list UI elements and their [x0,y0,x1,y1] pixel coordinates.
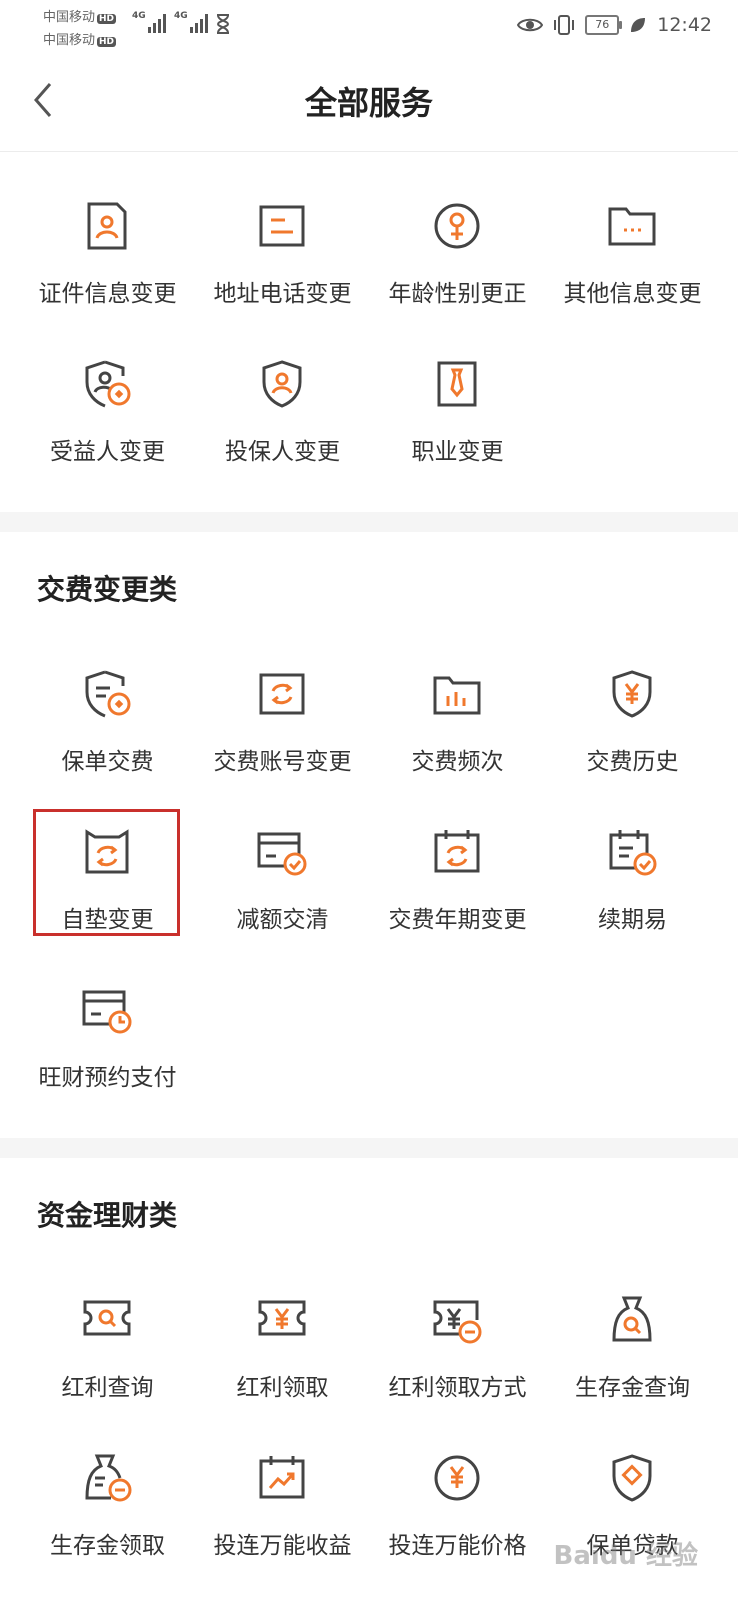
eye-icon [517,18,544,32]
service-item-term-change[interactable]: 交费年期变更 [370,826,545,984]
service-item-policy-payment[interactable]: 保单交费 [20,668,195,826]
service-item-investment-price[interactable]: 投连万能价格 [370,1452,545,1610]
personal-info-grid: 证件信息变更 地址电话变更 年龄性别更正 其他信息变更 受益人变更 投保人变更 … [20,200,720,516]
signal-2-icon: 4G [174,11,210,33]
service-item-policy-loan[interactable]: 保单贷款 [545,1452,720,1610]
service-item-dividend-claim[interactable]: 红利领取 [195,1294,370,1452]
section-divider [0,512,738,532]
renewal-check-icon [609,830,657,876]
clock: 12:42 [657,14,712,36]
ticket-yuan-minus-icon [433,1300,482,1344]
service-item-renewal[interactable]: 续期易 [545,826,720,984]
beneficiary-shield-icon [85,360,131,408]
service-item-age-gender[interactable]: 年龄性别更正 [370,200,545,358]
occupation-tie-icon [437,361,477,407]
service-item-beneficiary[interactable]: 受益人变更 [20,358,195,516]
yuan-shield-icon [612,670,652,718]
service-item-survival-claim[interactable]: 生存金领取 [20,1452,195,1610]
hourglass-icon [216,14,230,34]
service-item-other-info[interactable]: 其他信息变更 [545,200,720,358]
section-divider [0,1138,738,1158]
page-title: 全部服务 [304,84,433,122]
signal-1-icon: 4G [132,11,168,33]
service-item-investment-return[interactable]: 投连万能收益 [195,1452,370,1610]
nav-bar: 全部服务 [0,50,738,152]
account-switch-icon [259,673,305,715]
service-item-address-change[interactable]: 地址电话变更 [195,200,370,358]
service-item-reduced-paid-up[interactable]: 减额交清 [195,826,370,984]
service-item-account-change[interactable]: 交费账号变更 [195,668,370,826]
card-check-icon [257,832,307,876]
card-clock-icon [82,990,132,1034]
leaf-icon [631,18,646,32]
service-item-dividend-method[interactable]: 红利领取方式 [370,1294,545,1452]
yuan-circle-icon [434,1455,480,1501]
service-item-id-change[interactable]: 证件信息变更 [20,200,195,358]
carrier-1: 中国移动 HD [43,10,117,25]
moneybag-minus-icon [85,1454,132,1502]
service-item-occupation[interactable]: 职业变更 [370,358,545,516]
battery-indicator: 76 [585,15,623,35]
service-item-wangcai-payment[interactable]: 旺财预约支付 [20,984,195,1142]
status-bar: 中国移动 HD 中国移动 HD 4G 4G 76 12:42 [0,0,738,50]
address-card-icon [259,205,305,247]
service-item-payment-history[interactable]: 交费历史 [545,668,720,826]
loan-shield-icon [612,1454,652,1502]
frequency-chart-icon [433,676,481,715]
vibrate-icon [554,15,575,35]
calendar-trend-icon [259,1456,305,1499]
section-title-finance: 资金理财类 [37,1199,178,1232]
calendar-switch-icon [434,830,480,873]
section-title-payment: 交费变更类 [37,573,178,606]
ticket-search-icon [83,1300,131,1336]
service-item-survival-query[interactable]: 生存金查询 [545,1294,720,1452]
folder-icon [608,207,656,246]
service-item-frequency[interactable]: 交费频次 [370,668,545,826]
service-item-dividend-query[interactable]: 红利查询 [20,1294,195,1452]
policy-payment-icon [85,670,131,718]
gender-icon [434,203,480,249]
id-card-icon [87,202,127,250]
ticket-yuan-icon [258,1300,306,1336]
service-item-policyholder[interactable]: 投保人变更 [195,358,370,516]
watermark: Baidu 经验 [553,1541,698,1571]
moneybag-search-icon [612,1296,652,1342]
carrier-2: 中国移动 HD [43,33,117,48]
highlight-box [33,809,180,936]
policyholder-shield-icon [262,360,302,408]
